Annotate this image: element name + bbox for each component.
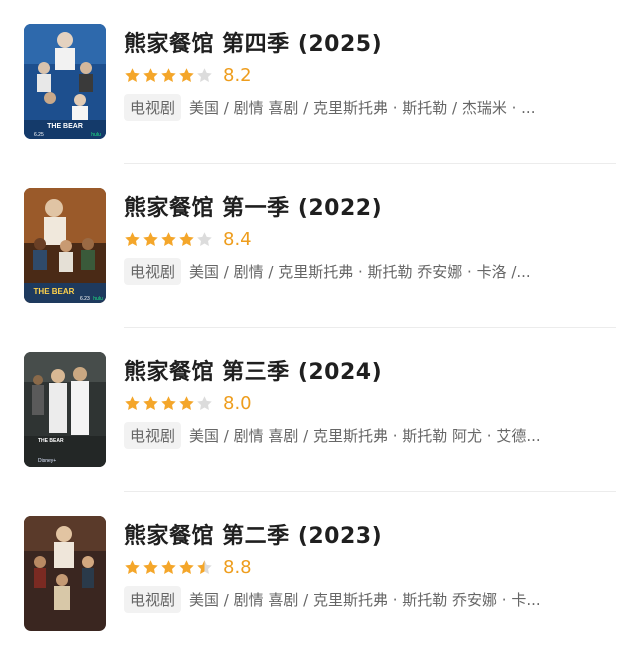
star-filled-icon (179, 67, 194, 82)
poster-caption: THE BEAR (38, 438, 64, 444)
poster-date: 6.25 (34, 132, 44, 138)
star-empty-icon (197, 67, 212, 82)
star-half-icon (197, 559, 212, 574)
star-filled-icon (125, 67, 140, 82)
rating-row: 8.8 (124, 555, 252, 579)
star-filled-icon (161, 559, 176, 574)
rating-score: 8.2 (223, 64, 252, 86)
item-info: 美国 / 剧情 喜剧 / 克里斯托弗 · 斯托勒 / 杰瑞米 · ... (189, 98, 536, 117)
star-filled-icon (143, 395, 158, 410)
poster-thumbnail: THE BEAR 6.25 hulu (24, 24, 106, 139)
star-rating (124, 559, 213, 576)
star-rating (124, 395, 213, 412)
type-tag: 电视剧 (124, 585, 182, 613)
poster-thumbnail: THE BEAR 6.23 hulu (24, 188, 106, 303)
star-filled-icon (179, 559, 194, 574)
item-title[interactable]: 熊家餐馆 第四季 (2025) (124, 26, 382, 58)
poster-image-ensemble[interactable] (24, 516, 106, 631)
poster-caption: THE BEAR (34, 287, 75, 296)
list-item[interactable]: THE BEAR Disney+ 熊家餐馆 第三季 (2024) 8.0 电视剧… (0, 328, 640, 492)
star-filled-icon (143, 231, 158, 246)
meta-row: 电视剧 美国 / 剧情 喜剧 / 克里斯托弗 · 斯托勒 乔安娜 · 卡... (124, 585, 614, 613)
meta-row: 电视剧 美国 / 剧情 喜剧 / 克里斯托弗 · 斯托勒 / 杰瑞米 · ... (124, 93, 614, 121)
star-empty-icon (197, 395, 212, 410)
item-title[interactable]: 熊家餐馆 第三季 (2024) (124, 354, 382, 386)
type-tag: 电视剧 (124, 257, 182, 285)
star-filled-icon (161, 231, 176, 246)
item-info: 美国 / 剧情 喜剧 / 克里斯托弗 · 斯托勒 阿尤 · 艾德... (189, 426, 541, 445)
list-item[interactable]: THE BEAR 6.25 hulu 熊家餐馆 第四季 (2025) 8.2 电… (0, 0, 640, 164)
item-title[interactable]: 熊家餐馆 第一季 (2022) (124, 190, 382, 222)
star-rating (124, 231, 213, 248)
rating-row: 8.2 (124, 63, 252, 87)
poster-image-chefs[interactable]: THE BEAR Disney+ (24, 352, 106, 467)
star-filled-icon (143, 67, 158, 82)
poster-network: Disney+ (38, 458, 56, 464)
rating-score: 8.4 (223, 228, 252, 250)
star-filled-icon (143, 559, 158, 574)
rating-row: 8.4 (124, 227, 252, 251)
list-item[interactable]: 熊家餐馆 第二季 (2023) 8.8 电视剧 美国 / 剧情 喜剧 / 克里斯… (0, 492, 640, 656)
rating-row: 8.0 (124, 391, 252, 415)
star-rating (124, 67, 213, 84)
meta-row: 电视剧 美国 / 剧情 喜剧 / 克里斯托弗 · 斯托勒 阿尤 · 艾德... (124, 421, 614, 449)
star-filled-icon (179, 395, 194, 410)
poster-thumbnail (24, 516, 106, 631)
poster-thumbnail: THE BEAR Disney+ (24, 352, 106, 467)
poster-date: 6.23 (80, 296, 90, 302)
rating-score: 8.8 (223, 556, 252, 578)
star-empty-icon (197, 231, 212, 246)
item-info: 美国 / 剧情 / 克里斯托弗 · 斯托勒 乔安娜 · 卡洛 /... (189, 262, 531, 281)
meta-row: 电视剧 美国 / 剧情 / 克里斯托弗 · 斯托勒 乔安娜 · 卡洛 /... (124, 257, 614, 285)
list-item[interactable]: THE BEAR 6.23 hulu 熊家餐馆 第一季 (2022) 8.4 电… (0, 164, 640, 328)
star-filled-icon (161, 395, 176, 410)
poster-caption: THE BEAR (47, 123, 83, 130)
star-filled-icon (125, 231, 140, 246)
poster-image-blue[interactable]: THE BEAR 6.25 hulu (24, 24, 106, 139)
star-filled-icon (125, 559, 140, 574)
item-title[interactable]: 熊家餐馆 第二季 (2023) (124, 518, 382, 550)
rating-score: 8.0 (223, 392, 252, 414)
star-filled-icon (161, 67, 176, 82)
poster-image-kitchen[interactable]: THE BEAR 6.23 hulu (24, 188, 106, 303)
item-info: 美国 / 剧情 喜剧 / 克里斯托弗 · 斯托勒 乔安娜 · 卡... (189, 590, 541, 609)
type-tag: 电视剧 (124, 93, 182, 121)
search-results-list: THE BEAR 6.25 hulu 熊家餐馆 第四季 (2025) 8.2 电… (0, 0, 640, 631)
star-filled-icon (179, 231, 194, 246)
type-tag: 电视剧 (124, 421, 182, 449)
poster-network: hulu (93, 296, 103, 302)
star-filled-icon (125, 395, 140, 410)
poster-network: hulu (91, 132, 101, 138)
